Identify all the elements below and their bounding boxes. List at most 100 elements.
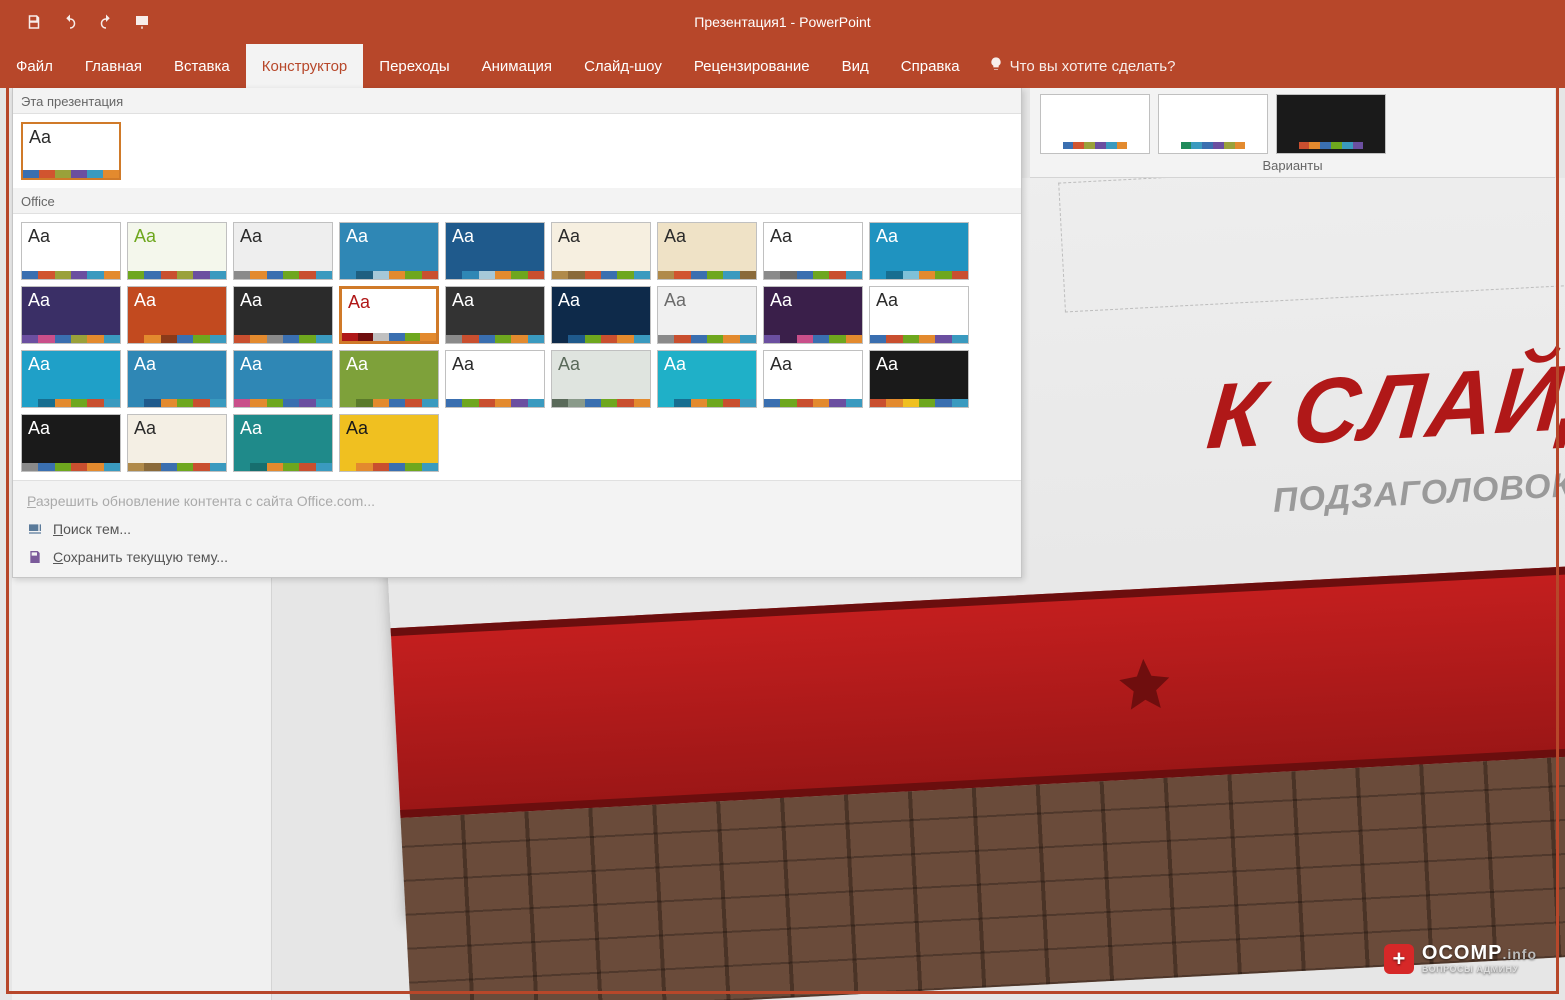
themes-gallery-panel: Эта презентация Aa Office AaAaAaAaAaAaAa… <box>12 88 1022 578</box>
theme-office-7[interactable]: Aa <box>763 222 863 280</box>
theme-office-9[interactable]: Aa <box>21 286 121 344</box>
theme-aa-label: Aa <box>446 223 544 245</box>
tab-design[interactable]: Конструктор <box>246 44 364 88</box>
theme-swatches <box>446 335 544 343</box>
tab-slideshow[interactable]: Слайд-шоу <box>568 44 678 88</box>
theme-office-0[interactable]: Aa <box>21 222 121 280</box>
theme-office-2[interactable]: Aa <box>233 222 333 280</box>
titlebar: Презентация1 - PowerPoint <box>0 0 1565 44</box>
theme-aa-label: Aa <box>340 223 438 245</box>
theme-office-13[interactable]: Aa <box>445 286 545 344</box>
theme-swatches <box>552 335 650 343</box>
theme-office-27[interactable]: Aa <box>21 414 121 472</box>
theme-swatches <box>552 399 650 407</box>
theme-swatches <box>22 463 120 471</box>
theme-swatches <box>870 399 968 407</box>
theme-office-12[interactable]: Aa <box>339 286 439 344</box>
theme-office-10[interactable]: Aa <box>127 286 227 344</box>
tab-transitions[interactable]: Переходы <box>363 44 465 88</box>
theme-office-28[interactable]: Aa <box>127 414 227 472</box>
theme-aa-label: Aa <box>234 287 332 309</box>
save-icon[interactable] <box>20 8 48 36</box>
theme-office-19[interactable]: Aa <box>127 350 227 408</box>
theme-aa-label: Aa <box>764 287 862 309</box>
theme-swatches <box>764 335 862 343</box>
watermark: + OCOMP.info ВОПРОСЫ АДМИНУ <box>1384 943 1537 974</box>
tab-home[interactable]: Главная <box>69 44 158 88</box>
themes-grid-office: AaAaAaAaAaAaAaAaAaAaAaAaAaAaAaAaAaAaAaAa… <box>13 214 1021 480</box>
section-office: Office <box>13 188 1021 214</box>
theme-office-16[interactable]: Aa <box>763 286 863 344</box>
theme-office-1[interactable]: Aa <box>127 222 227 280</box>
theme-aa-label: Aa <box>128 351 226 373</box>
theme-office-26[interactable]: Aa <box>869 350 969 408</box>
tab-help[interactable]: Справка <box>885 44 976 88</box>
tab-file[interactable]: Файл <box>0 44 69 88</box>
slide-subtitle-text[interactable]: ПОДЗАГОЛОВОК СЛАЙ <box>1272 460 1565 521</box>
menu-save-label: Сохранить текущую тему... <box>53 549 228 565</box>
theme-aa-label: Aa <box>22 223 120 245</box>
theme-aa-label: Aa <box>342 289 436 311</box>
theme-office-5[interactable]: Aa <box>551 222 651 280</box>
theme-swatches <box>552 271 650 279</box>
variant-thumb-2[interactable] <box>1276 94 1386 154</box>
theme-aa-label: Aa <box>234 223 332 245</box>
theme-aa-label: Aa <box>658 223 756 245</box>
variant-thumb-1[interactable] <box>1158 94 1268 154</box>
menu-enable-label: Разрешить обновление контента с сайта Of… <box>27 493 375 509</box>
theme-aa-label: Aa <box>764 351 862 373</box>
theme-office-15[interactable]: Aa <box>657 286 757 344</box>
theme-aa-label: Aa <box>446 287 544 309</box>
theme-office-8[interactable]: Aa <box>869 222 969 280</box>
theme-office-3[interactable]: Aa <box>339 222 439 280</box>
redo-icon[interactable] <box>92 8 120 36</box>
slideshow-start-icon[interactable] <box>128 8 156 36</box>
ribbon-tabs: Файл Главная Вставка Конструктор Переход… <box>0 44 1565 88</box>
theme-office-6[interactable]: Aa <box>657 222 757 280</box>
theme-office-25[interactable]: Aa <box>763 350 863 408</box>
theme-aa-label: Aa <box>552 223 650 245</box>
theme-this-0[interactable]: Aa <box>21 122 121 180</box>
star-icon <box>1113 652 1176 715</box>
theme-swatches <box>234 335 332 343</box>
quick-access-toolbar <box>0 8 156 36</box>
theme-office-21[interactable]: Aa <box>339 350 439 408</box>
variant-thumb-0[interactable] <box>1040 94 1150 154</box>
theme-swatches <box>128 463 226 471</box>
theme-office-20[interactable]: Aa <box>233 350 333 408</box>
undo-icon[interactable] <box>56 8 84 36</box>
theme-office-18[interactable]: Aa <box>21 350 121 408</box>
theme-office-30[interactable]: Aa <box>339 414 439 472</box>
save-theme-icon <box>27 549 43 565</box>
theme-aa-label: Aa <box>234 351 332 373</box>
watermark-main: OCOMP.info <box>1422 943 1537 963</box>
slide-title-text[interactable]: К СЛАЙДА <box>1203 339 1565 470</box>
theme-swatches <box>658 271 756 279</box>
tab-animations[interactable]: Анимация <box>466 44 568 88</box>
theme-aa-label: Aa <box>128 223 226 245</box>
theme-office-17[interactable]: Aa <box>869 286 969 344</box>
variants-thumbs <box>1040 94 1545 154</box>
theme-office-11[interactable]: Aa <box>233 286 333 344</box>
theme-office-22[interactable]: Aa <box>445 350 545 408</box>
theme-office-29[interactable]: Aa <box>233 414 333 472</box>
tab-review[interactable]: Рецензирование <box>678 44 826 88</box>
window-title: Презентация1 - PowerPoint <box>694 14 870 30</box>
theme-swatches <box>234 271 332 279</box>
tab-view[interactable]: Вид <box>826 44 885 88</box>
menu-save-current-theme[interactable]: Сохранить текущую тему... <box>13 543 1021 571</box>
menu-browse-themes[interactable]: Поиск тем... <box>13 515 1021 543</box>
theme-swatches <box>128 335 226 343</box>
tab-insert[interactable]: Вставка <box>158 44 246 88</box>
theme-aa-label: Aa <box>234 415 332 437</box>
theme-office-14[interactable]: Aa <box>551 286 651 344</box>
theme-aa-label: Aa <box>552 287 650 309</box>
tell-me-search[interactable]: Что вы хотите сделать? <box>976 44 1188 88</box>
theme-office-4[interactable]: Aa <box>445 222 545 280</box>
theme-office-24[interactable]: Aa <box>657 350 757 408</box>
theme-office-23[interactable]: Aa <box>551 350 651 408</box>
themes-panel-footer: Разрешить обновление контента с сайта Of… <box>13 480 1021 577</box>
section-this-presentation: Эта презентация <box>13 88 1021 114</box>
theme-swatches <box>342 333 436 341</box>
theme-swatches <box>128 271 226 279</box>
